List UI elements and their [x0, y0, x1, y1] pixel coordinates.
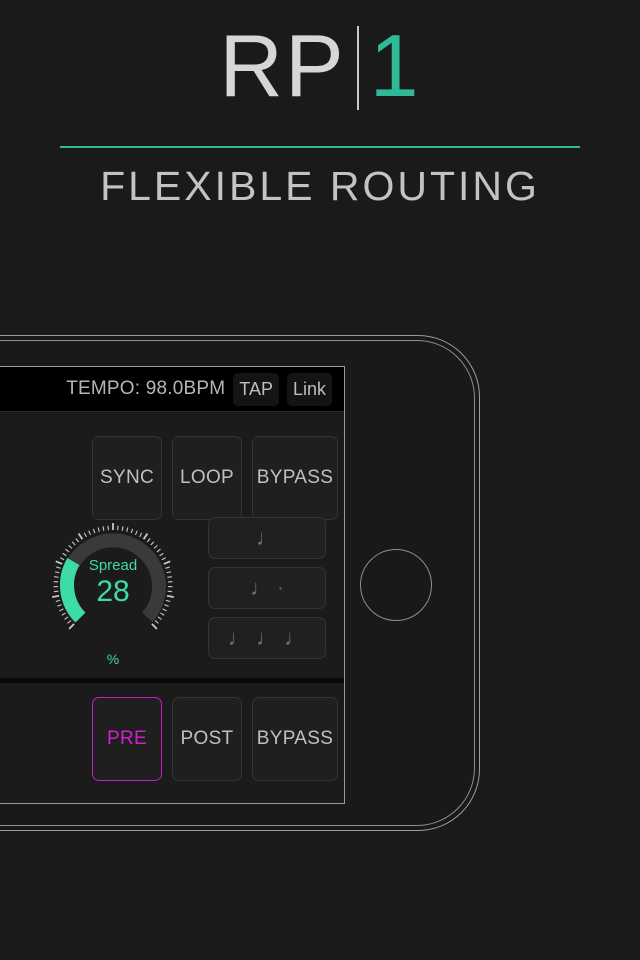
- bypass-button-top[interactable]: BYPASS: [252, 436, 338, 520]
- knob-label: Spread: [88, 557, 138, 574]
- logo-divider-bar: [356, 26, 359, 110]
- tempo-bar: TEMPO: 98.0BPM TAP Link: [0, 367, 344, 412]
- promo-header: RP 1 FLEXIBLE ROUTING: [0, 0, 640, 300]
- logo-text-accent: 1: [369, 16, 421, 115]
- header-rule: [60, 146, 580, 148]
- tap-tempo-button[interactable]: TAP: [233, 372, 279, 406]
- ableton-link-button[interactable]: Link: [286, 372, 332, 406]
- quarter-note-icon: ♩: [256, 525, 278, 550]
- quarter-note-button[interactable]: ♩: [208, 517, 326, 559]
- triplet-notes-icon: ♩ ♩ ♩: [227, 625, 307, 650]
- dotted-quarter-note-icon: ♩: [250, 575, 273, 600]
- loop-button[interactable]: LOOP: [172, 436, 242, 520]
- logo-text-main: RP: [219, 16, 346, 115]
- dotted-quarter-note-button[interactable]: ♩ ·: [208, 567, 326, 609]
- phone-home-button[interactable]: [360, 549, 432, 621]
- post-button[interactable]: POST: [172, 697, 242, 781]
- dot-icon: ·: [277, 577, 284, 599]
- bypass-button-bottom[interactable]: BYPASS: [252, 697, 338, 781]
- app-body: SYNC LOOP BYPASS Spread 28 % ♩ ♩ · ♩ ♩ ♩…: [0, 412, 344, 803]
- sync-button[interactable]: SYNC: [92, 436, 162, 520]
- note-value-column: ♩ ♩ · ♩ ♩ ♩: [208, 517, 326, 659]
- knob-value: 28: [96, 575, 130, 608]
- pre-button[interactable]: PRE: [92, 697, 162, 781]
- section-divider: [0, 678, 344, 683]
- routing-pad-row: PRE POST BYPASS: [92, 697, 338, 781]
- app-screen: TEMPO: 98.0BPM TAP Link SYNC LOOP BYPASS…: [0, 366, 345, 804]
- product-logo: RP 1: [0, 22, 640, 110]
- promo-subtitle: FLEXIBLE ROUTING: [100, 163, 540, 209]
- tempo-readout[interactable]: TEMPO: 98.0BPM: [66, 378, 225, 400]
- knob-unit-label: %: [106, 651, 120, 667]
- top-pad-row: SYNC LOOP BYPASS: [92, 436, 338, 520]
- triplet-notes-button[interactable]: ♩ ♩ ♩: [208, 617, 326, 659]
- spread-knob[interactable]: Spread 28: [49, 521, 177, 649]
